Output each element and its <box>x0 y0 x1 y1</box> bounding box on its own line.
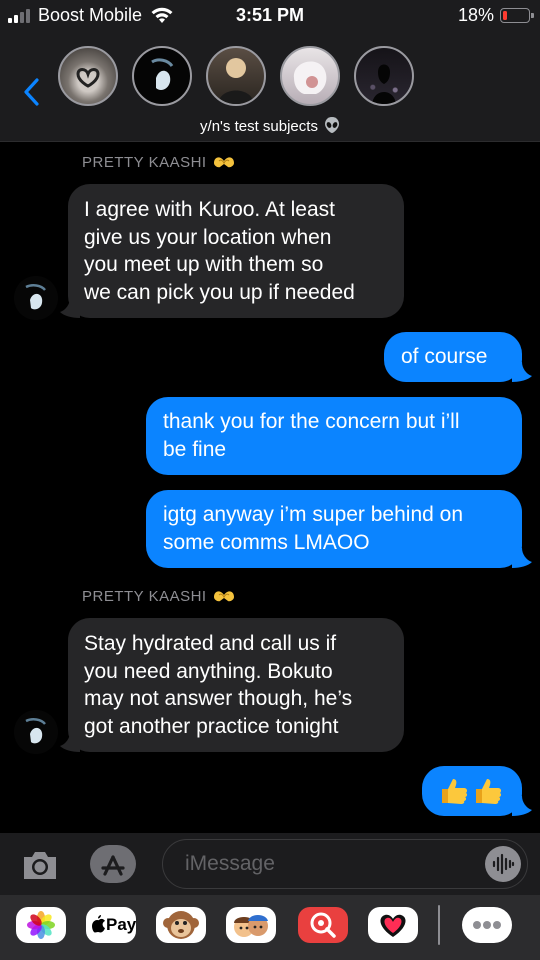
photos-icon[interactable] <box>16 907 66 943</box>
heart-hands-icon <box>213 591 234 602</box>
chevron-left-icon[interactable] <box>20 74 44 110</box>
avatar[interactable] <box>58 46 118 106</box>
avatar[interactable] <box>132 46 192 106</box>
outgoing-message[interactable]: thank you for the concern but i’ll be fi… <box>146 397 522 475</box>
thumbs-up-icon <box>476 779 502 804</box>
outgoing-message[interactable]: of course <box>384 332 522 382</box>
monkey-memoji-icon[interactable] <box>156 907 206 943</box>
bubble-tail <box>60 298 80 318</box>
audio-waveform-icon[interactable] <box>485 846 521 882</box>
heart-hands-icon <box>213 157 234 168</box>
camera-icon[interactable] <box>22 849 58 881</box>
avatar[interactable] <box>280 46 340 106</box>
conversation-header: y/n's test subjects <box>0 32 540 142</box>
sender-name: PRETTY KAASHI <box>82 154 236 171</box>
compose-bar <box>0 833 540 895</box>
memoji-icon[interactable] <box>226 907 276 943</box>
avatar[interactable] <box>14 276 58 320</box>
bubble-tail <box>512 548 532 568</box>
message-input[interactable] <box>185 852 475 876</box>
battery-level <box>502 10 507 20</box>
drawer-divider <box>438 905 440 945</box>
more-icon[interactable] <box>462 907 512 943</box>
sender-name: PRETTY KAASHI <box>82 588 236 605</box>
image-search-icon[interactable] <box>298 907 348 943</box>
avatar[interactable] <box>354 46 414 106</box>
outgoing-message[interactable] <box>422 766 522 816</box>
thumbs-up-icon <box>442 779 468 804</box>
battery-percent: 18% <box>457 5 494 25</box>
status-bar: Boost Mobile 3:51 PM 18% <box>0 0 540 32</box>
bubble-tail <box>60 732 80 752</box>
bubble-tail <box>512 796 532 816</box>
avatar[interactable] <box>14 710 58 754</box>
avatar[interactable] <box>206 46 266 106</box>
battery-icon <box>500 8 534 23</box>
digital-touch-icon[interactable] <box>368 907 418 943</box>
apple-pay-icon[interactable]: Pay <box>86 907 136 943</box>
incoming-message[interactable]: Stay hydrated and call us if you need an… <box>68 618 404 752</box>
incoming-message[interactable]: I agree with Kuroo. At least give us you… <box>68 184 404 318</box>
bubble-tail <box>512 362 532 382</box>
message-field[interactable] <box>162 839 528 889</box>
app-store-icon[interactable] <box>90 845 136 883</box>
group-name[interactable]: y/n's test subjects <box>0 116 540 135</box>
outgoing-message[interactable]: igtg anyway i’m super behind on some com… <box>146 490 522 568</box>
app-drawer: Pay <box>0 895 540 960</box>
alien-icon <box>324 117 339 133</box>
